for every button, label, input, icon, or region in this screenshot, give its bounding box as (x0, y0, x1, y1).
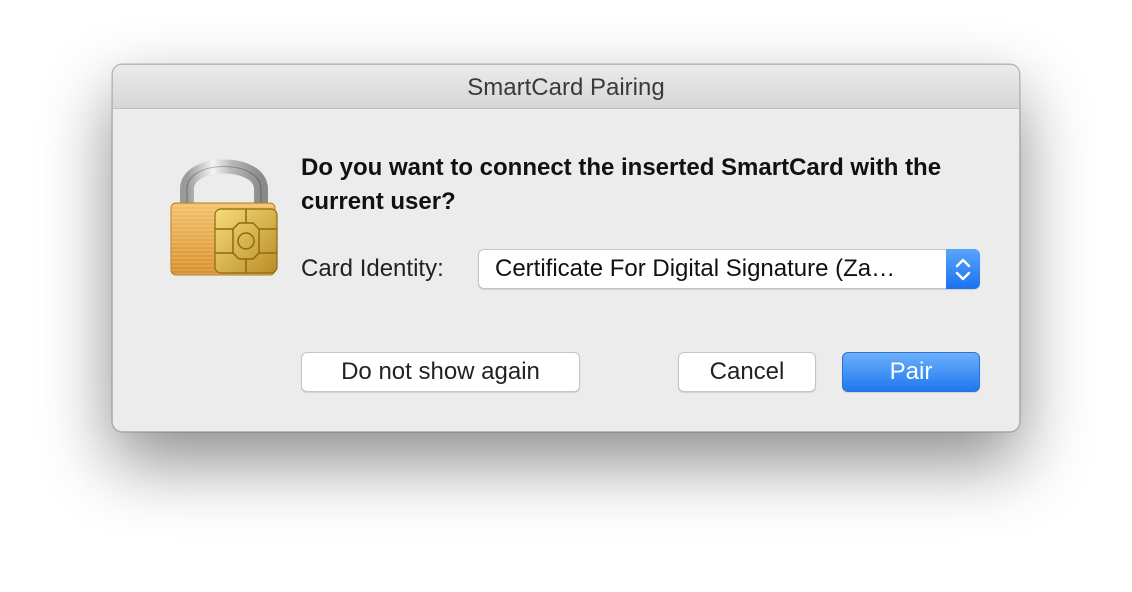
do-not-show-again-button[interactable]: Do not show again (301, 352, 580, 392)
pairing-question: Do you want to connect the inserted Smar… (301, 154, 942, 215)
card-identity-label: Card Identity: (301, 255, 444, 282)
up-down-chevron-icon (946, 249, 980, 289)
card-identity-value: Certificate For Digital Signature (Za… (495, 255, 896, 282)
card-identity-select[interactable]: Certificate For Digital Signature (Za… (478, 249, 980, 289)
pair-button[interactable]: Pair (842, 352, 980, 392)
smartcard-lock-icon (170, 159, 278, 276)
smartcard-pairing-dialog: SmartCard Pairing Do you want to connect… (112, 64, 1020, 432)
window-title: SmartCard Pairing (113, 65, 1019, 109)
cancel-button[interactable]: Cancel (678, 352, 816, 392)
